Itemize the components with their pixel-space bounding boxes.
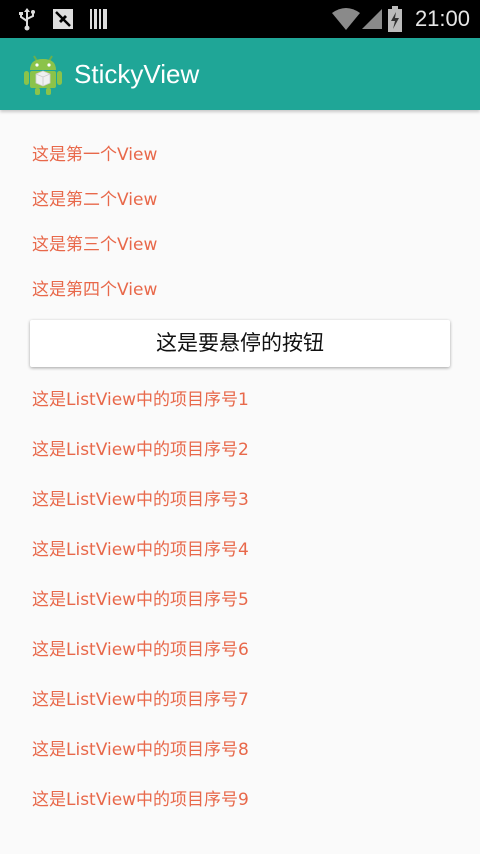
app-bar: StickyView <box>0 38 480 110</box>
android-icon <box>22 52 64 96</box>
signal-icon <box>360 0 384 38</box>
top-view-2: 这是第二个View <box>32 190 158 210</box>
top-view-3: 这是第三个View <box>32 235 158 255</box>
list-item[interactable]: 这是ListView中的项目序号9 <box>0 775 480 825</box>
app-title: StickyView <box>74 59 200 89</box>
content-area: 这是第一个View 这是第二个View 这是第三个View 这是第四个View … <box>0 110 480 854</box>
list-item[interactable]: 这是ListView中的项目序号3 <box>0 475 480 525</box>
list-item[interactable]: 这是ListView中的项目序号5 <box>0 575 480 625</box>
wifi-icon <box>330 0 362 38</box>
battery-charging-icon <box>386 0 404 38</box>
list-item[interactable]: 这是ListView中的项目序号6 <box>0 625 480 675</box>
list-view[interactable]: 这是ListView中的项目序号1 这是ListView中的项目序号2 这是Li… <box>0 375 480 825</box>
sticky-button[interactable]: 这是要悬停的按钮 <box>30 320 450 367</box>
usb-icon <box>14 0 40 38</box>
top-view-4: 这是第四个View <box>32 280 158 300</box>
status-bar: 21:00 <box>0 0 480 38</box>
list-item[interactable]: 这是ListView中的项目序号2 <box>0 425 480 475</box>
top-view-1: 这是第一个View <box>32 145 158 165</box>
list-item[interactable]: 这是ListView中的项目序号4 <box>0 525 480 575</box>
status-time: 21:00 <box>414 6 470 31</box>
list-item[interactable]: 这是ListView中的项目序号7 <box>0 675 480 725</box>
list-item[interactable]: 这是ListView中的项目序号8 <box>0 725 480 775</box>
barcode-icon <box>88 0 110 38</box>
list-item[interactable]: 这是ListView中的项目序号1 <box>0 375 480 425</box>
no-sim-icon <box>50 0 76 38</box>
